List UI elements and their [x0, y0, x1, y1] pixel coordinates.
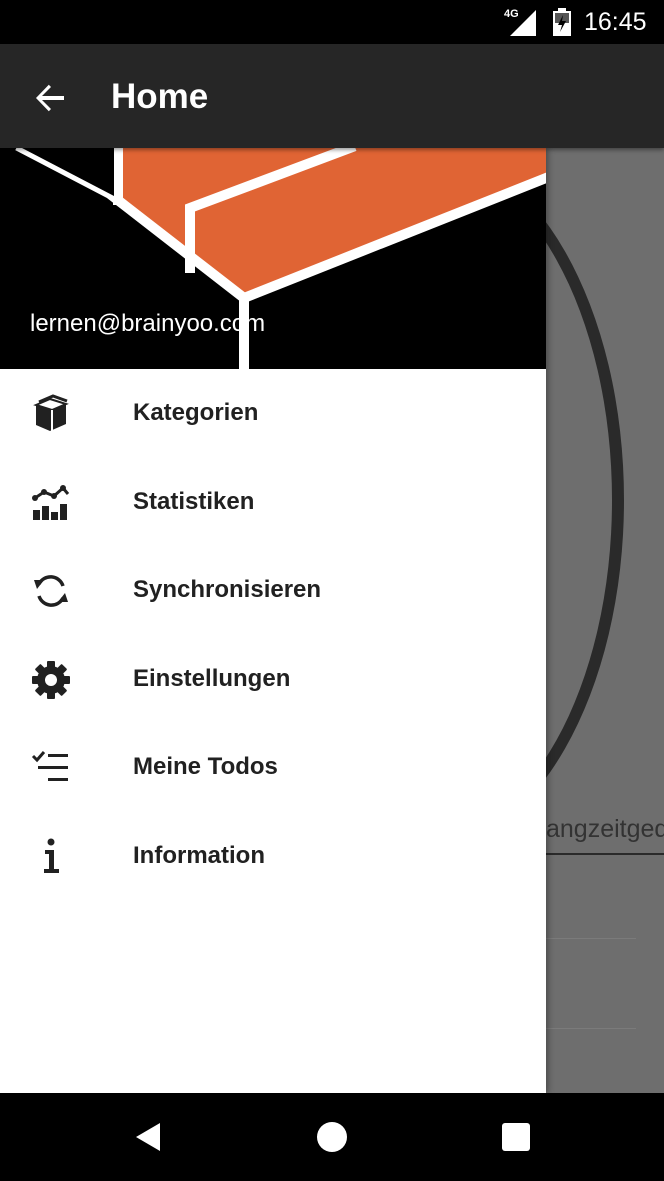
sync-icon [34, 575, 68, 608]
background-divider [546, 853, 664, 855]
clock: 16:45 [584, 8, 647, 36]
nav-home-icon[interactable] [314, 1119, 350, 1155]
menu-item-label: Information [133, 841, 265, 869]
arrow-back-icon[interactable] [30, 78, 70, 118]
menu-item-label: Einstellungen [133, 664, 291, 692]
menu-item-kategorien[interactable]: Kategorien [0, 369, 546, 458]
drawer-menu: Kategorien Statistiken Synchronisieren E… [0, 369, 546, 901]
menu-item-label: Meine Todos [133, 753, 278, 781]
nav-recents-icon[interactable] [498, 1119, 534, 1155]
menu-item-statistiken[interactable]: Statistiken [0, 458, 546, 547]
box-stack-icon [33, 394, 69, 431]
statistics-chart-icon [32, 484, 70, 520]
checklist-icon [31, 751, 68, 782]
page-title: Home [111, 77, 209, 116]
navigation-drawer: lernen@brainyoo.com Kategorien Statistik… [0, 148, 546, 1093]
background-separator [546, 938, 636, 939]
background-separator [546, 1028, 636, 1029]
system-nav-bar [0, 1093, 664, 1181]
menu-item-meine-todos[interactable]: Meine Todos [0, 723, 546, 812]
menu-item-label: Synchronisieren [133, 576, 322, 604]
battery-icon [553, 8, 571, 36]
info-icon [44, 838, 59, 873]
drawer-header: lernen@brainyoo.com [0, 148, 546, 369]
menu-item-label: Statistiken [133, 487, 255, 515]
menu-item-label: Kategorien [133, 399, 259, 426]
status-bar: 4G 16:45 [0, 0, 664, 44]
menu-item-information[interactable]: Information [0, 812, 546, 901]
gear-icon [32, 660, 70, 699]
nav-back-icon[interactable] [130, 1119, 166, 1155]
app-bar: Home [0, 44, 664, 148]
menu-item-synchronisieren[interactable]: Synchronisieren [0, 546, 546, 635]
menu-item-einstellungen[interactable]: Einstellungen [0, 635, 546, 724]
signal-icon [510, 10, 536, 36]
account-email: lernen@brainyoo.com [30, 310, 266, 337]
background-label: angzeitged [546, 815, 664, 843]
